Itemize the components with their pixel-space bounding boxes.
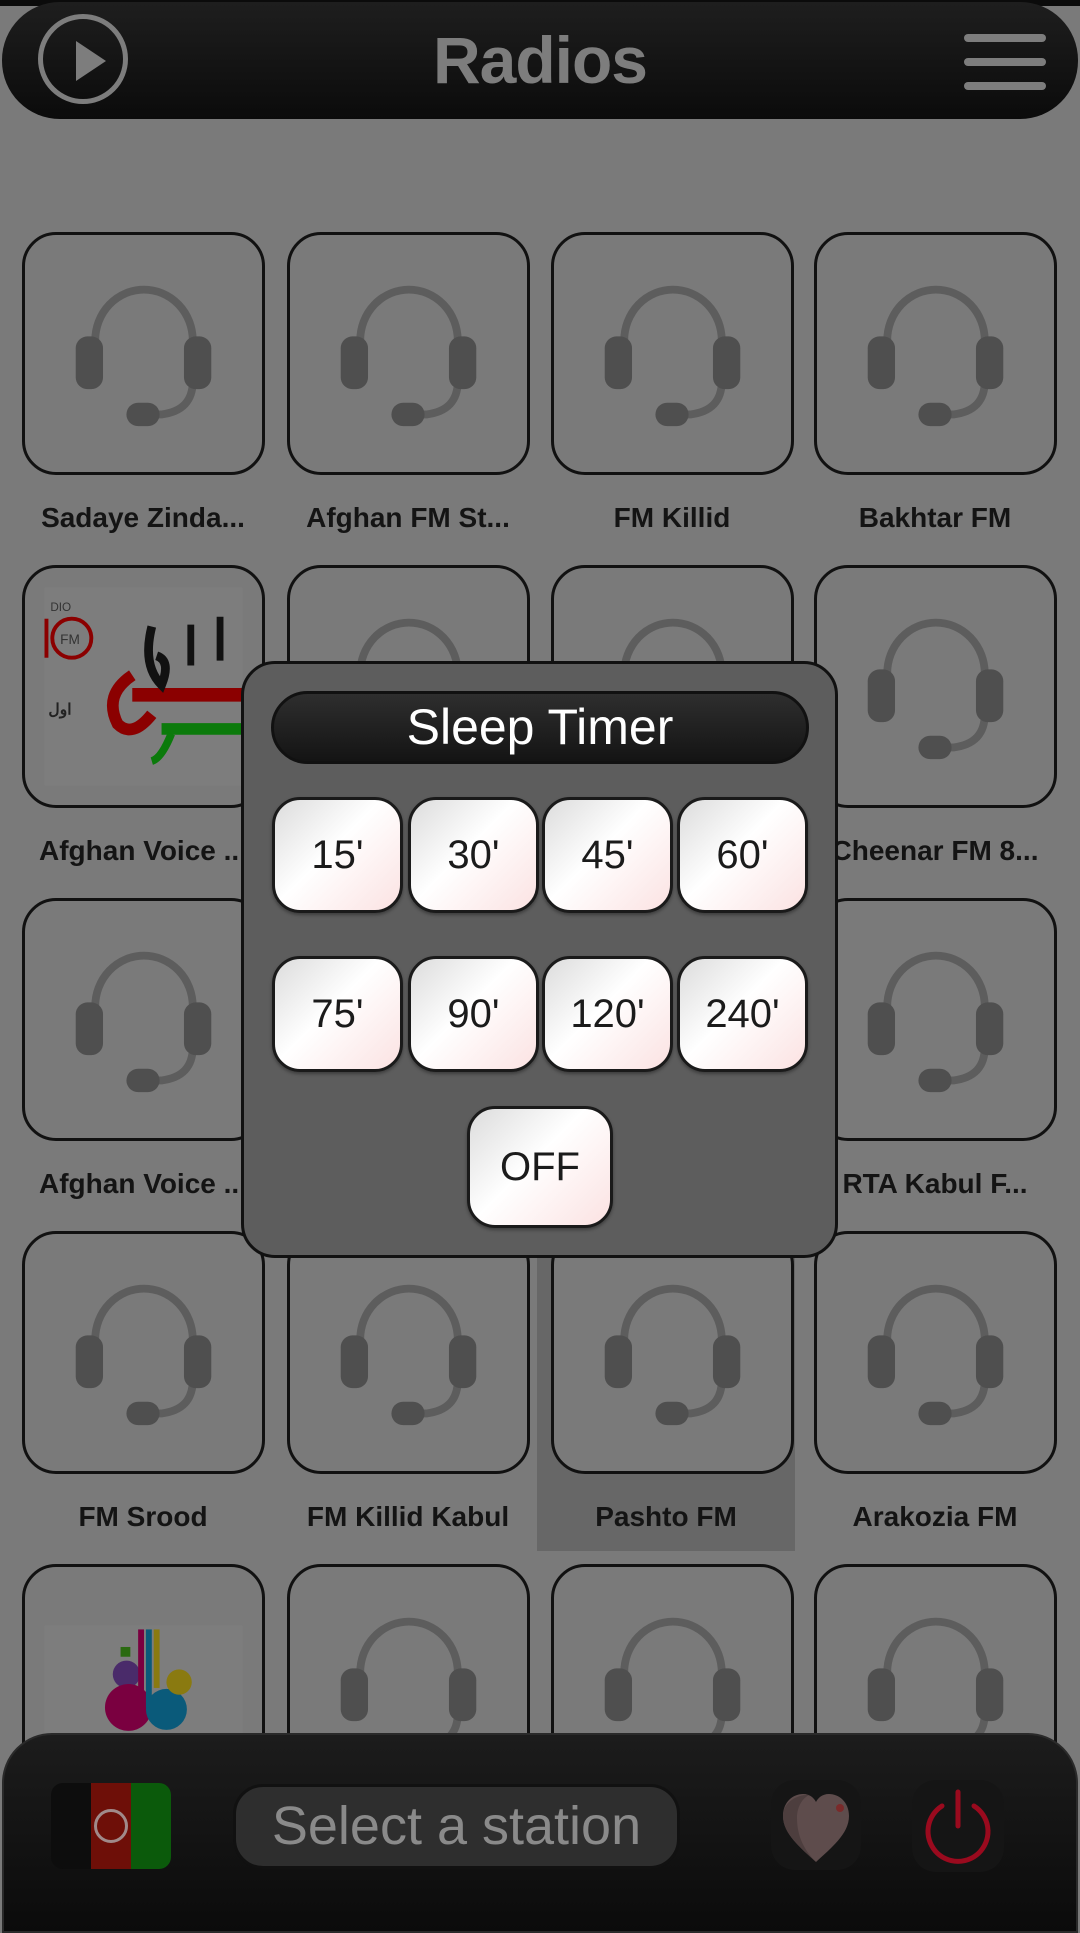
station-logo: [22, 898, 265, 1141]
page-title: Radios: [432, 23, 648, 97]
headset-icon: [75, 951, 212, 1093]
station-item[interactable]: RTA Kabul F...: [806, 898, 1064, 1218]
flag-emblem: [94, 1809, 128, 1843]
sleep-timer-title: Sleep Timer: [271, 691, 809, 764]
headset-icon: [604, 1284, 741, 1426]
hamburger-menu-icon: [964, 34, 1046, 42]
station-logo: [287, 1231, 530, 1474]
station-name: Sadaye Zinda...: [41, 502, 245, 533]
station-item[interactable]: Sadaye Zinda...: [14, 232, 272, 552]
flag-stripe-black: [51, 1783, 91, 1869]
station-logo: [287, 232, 530, 475]
headset-icon: [75, 285, 212, 427]
station-name: Bakhtar FM: [858, 502, 1012, 533]
station-name: Afghan Voice ...: [39, 835, 247, 866]
station-item[interactable]: Afghan FM St...: [279, 232, 537, 552]
station-item[interactable]: Arakozia FM: [806, 1231, 1064, 1551]
menu-button[interactable]: [964, 30, 1046, 94]
station-item[interactable]: Cheenar FM 8...: [806, 565, 1064, 885]
station-name: Arakozia FM: [852, 1501, 1018, 1532]
station-name: Pashto FM: [595, 1501, 737, 1532]
station-logo: [551, 232, 794, 475]
station-item[interactable]: FM Killid: [543, 232, 801, 552]
station-item[interactable]: Pashto FM: [537, 1231, 795, 1551]
timer-off-button[interactable]: OFF: [467, 1106, 613, 1228]
station-item[interactable]: Bakhtar FM: [806, 232, 1064, 552]
station-logo: [814, 898, 1057, 1141]
headset-icon: [604, 285, 741, 427]
station-name: RTA Kabul F...: [842, 1168, 1028, 1199]
timer-option-240[interactable]: 240': [677, 956, 808, 1072]
station-item[interactable]: FM Killid Kabul: [279, 1231, 537, 1551]
headset-icon: [867, 618, 1004, 760]
svg-text:FM: FM: [60, 632, 80, 647]
headset-icon: [75, 1284, 212, 1426]
svg-text:اول: اول: [48, 701, 71, 719]
timer-option-60[interactable]: 60': [677, 797, 808, 913]
timer-option-90[interactable]: 90': [408, 956, 539, 1072]
flag-stripe-green: [131, 1783, 171, 1869]
station-name: FM Killid Kabul: [306, 1501, 510, 1532]
station-logo: [814, 232, 1057, 475]
power-icon: [925, 1789, 991, 1864]
headset-icon: [867, 951, 1004, 1093]
favorite-button[interactable]: [771, 1780, 861, 1870]
svg-text:DIO: DIO: [50, 601, 71, 614]
station-logo: DIO FM اول: [22, 565, 265, 808]
afghanistan-flag-icon[interactable]: [51, 1783, 171, 1869]
station-name: Cheenar FM 8...: [831, 835, 1039, 866]
station-item[interactable]: Afghan Voice ...: [14, 898, 272, 1218]
hamburger-line: [964, 58, 1046, 66]
station-logo: [551, 1231, 794, 1474]
station-name: Afghan Voice ...: [39, 1168, 247, 1199]
station-logo: [22, 232, 265, 475]
station-logo: [814, 1231, 1057, 1474]
station-selector[interactable]: Select a station: [233, 1784, 680, 1869]
hamburger-line: [964, 82, 1046, 90]
timer-option-45[interactable]: 45': [542, 797, 673, 913]
top-bar: Radios: [2, 2, 1078, 119]
sleep-timer-dialog: Sleep Timer 15' 30' 45' 60' 75' 90' 120'…: [241, 661, 838, 1258]
headset-icon: [340, 1284, 477, 1426]
timer-option-15[interactable]: 15': [272, 797, 403, 913]
headset-icon: [340, 285, 477, 427]
station-item[interactable]: DIO FM اول Afghan Voice ...: [14, 565, 272, 885]
station-logo: [814, 565, 1057, 808]
station-name: FM Srood: [78, 1501, 208, 1532]
timer-option-75[interactable]: 75': [272, 956, 403, 1072]
station-name: FM Killid: [613, 502, 731, 533]
heart-icon: [783, 1794, 849, 1862]
station-name: Afghan FM St...: [306, 502, 510, 533]
station-item[interactable]: FM Srood: [14, 1231, 272, 1551]
timer-option-30[interactable]: 30': [408, 797, 539, 913]
headset-icon: [867, 1284, 1004, 1426]
timer-option-120[interactable]: 120': [542, 956, 673, 1072]
headset-icon: [867, 285, 1004, 427]
sadaye-afghan-logo: DIO FM اول: [44, 587, 243, 786]
power-button[interactable]: [912, 1780, 1004, 1872]
station-logo: [22, 1231, 265, 1474]
